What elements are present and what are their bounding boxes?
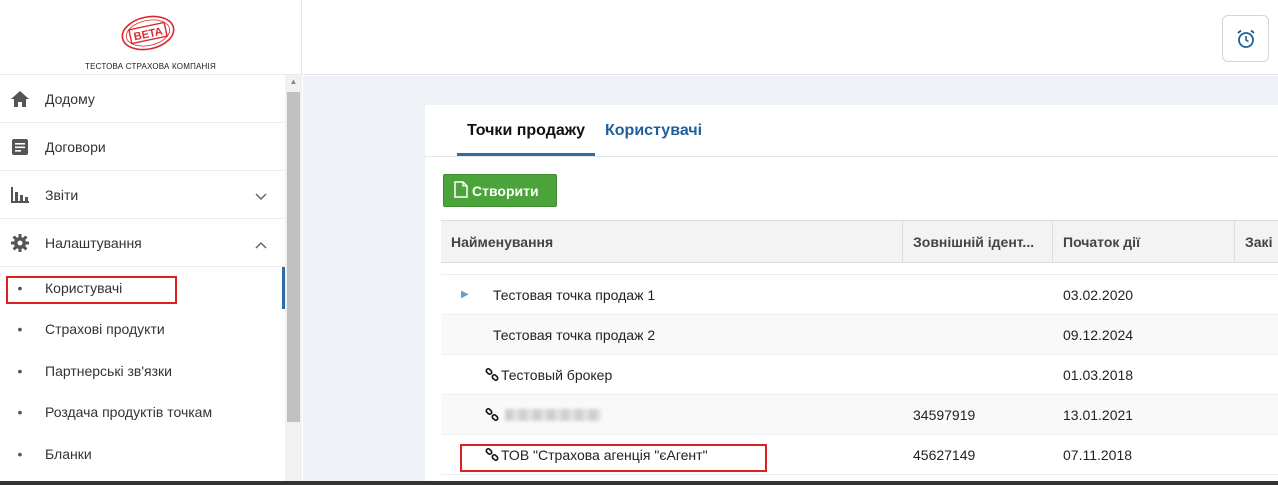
create-button-label: Створити [472,182,539,199]
sidebar-item-settings[interactable]: Налаштування [0,219,285,267]
tab-bar: Точки продажу Користувачі [457,105,712,156]
link-icon [485,367,499,382]
sidebar-item-contracts[interactable]: Договори [0,123,285,171]
row-external-id [903,275,1053,314]
table-row[interactable]: 34597919 13.01.2021 [441,395,1278,435]
row-start-date: 01.03.2018 [1063,366,1134,383]
table-header: Найменування Зовнішній ідент... Початок … [441,220,1278,263]
home-icon [0,90,40,108]
bullet-icon: • [17,445,23,462]
bullet-icon: • [17,404,23,421]
chevron-down-icon [255,188,267,204]
sidebar-subitem-label: Страхові продукти [45,321,165,338]
table-row-partial [441,263,1278,275]
row-external-id [903,315,1053,354]
bullet-icon: • [17,362,23,379]
sidebar-item-label: Налаштування [45,234,142,251]
sidebar-item-reports[interactable]: Звіти [0,171,285,219]
expand-caret-icon[interactable]: ▶ [461,289,493,300]
main-content: Точки продажу Користувачі Створити Найме… [303,76,1278,485]
annotation-highlight-users [6,276,177,304]
create-button[interactable]: Створити [443,174,557,207]
sidebar-menu: Додому Договори Звіти Налаштування • Кор… [0,75,285,475]
row-name: Тестовый брокер [501,366,613,383]
sidebar-item-label: Договори [45,138,106,155]
row-name: Тестовая точка продаж 1 [493,286,656,303]
row-external-id [903,355,1053,394]
row-name: Тестовая точка продаж 2 [493,326,656,343]
sidebar-subitem-product-distribution[interactable]: • Роздача продуктів точкам [0,392,285,434]
alarm-clock-button[interactable] [1222,15,1269,62]
sidebar-subitem-label: Партнерські зв'язки [45,362,172,379]
chevron-up-icon [255,236,267,252]
sidebar-subitem-partner-links[interactable]: • Партнерські зв'язки [0,350,285,392]
row-start-date: 03.02.2020 [1063,286,1134,303]
scroll-up-arrow-icon[interactable]: ▲ [285,77,302,89]
sidebar: BETA ТЕСТОВА СТРАХОВА КОМПАНІЯ Додому До… [0,0,302,485]
row-start-date: 07.11.2018 [1063,446,1133,463]
new-document-icon [454,180,468,201]
tab-users[interactable]: Користувачі [595,105,712,156]
sidebar-item-label: Додому [45,90,95,107]
document-icon [0,138,40,156]
redacted-name [505,408,601,421]
sidebar-subitem-label: Бланки [45,445,92,462]
alarm-clock-icon [1236,29,1255,48]
sidebar-scrollbar[interactable]: ▲ [285,75,302,485]
table-row[interactable]: Тестовая точка продаж 2 09.12.2024 [441,315,1278,355]
row-start-date: 09.12.2024 [1063,326,1134,343]
top-header [303,0,1278,75]
bullet-icon: • [17,321,23,338]
column-header-external-id[interactable]: Зовнішній ідент... [903,221,1053,262]
logo-area: BETA ТЕСТОВА СТРАХОВА КОМПАНІЯ [0,0,301,75]
column-header-end-date[interactable]: Закі [1235,221,1278,262]
annotation-highlight-agency-row [460,444,767,472]
bar-chart-icon [0,186,40,204]
column-header-start-date[interactable]: Початок дії [1053,221,1235,262]
row-start-date: 13.01.2021 [1063,406,1134,423]
sidebar-item-home[interactable]: Додому [0,75,285,123]
content-card: Точки продажу Користувачі Створити Найме… [425,105,1278,485]
sales-points-table: Найменування Зовнішній ідент... Початок … [441,220,1278,475]
column-header-name[interactable]: Найменування [441,221,903,262]
tab-divider [425,156,1278,157]
table-row[interactable]: ▶ Тестовая точка продаж 1 03.02.2020 [441,275,1278,315]
company-name: ТЕСТОВА СТРАХОВА КОМПАНІЯ [85,62,216,71]
beta-stamp-logo: BETA [121,15,175,51]
scroll-thumb[interactable] [287,92,300,422]
tab-sales-points[interactable]: Точки продажу [457,105,596,156]
sidebar-item-label: Звіти [45,186,79,203]
link-icon [485,407,499,422]
window-bottom-edge [0,481,1278,485]
row-external-id: 34597919 [913,406,976,423]
sidebar-subitem-insurance-products[interactable]: • Страхові продукти [0,309,285,351]
gear-icon [0,233,40,253]
sidebar-subitem-label: Роздача продуктів точкам [45,404,213,421]
sidebar-subitem-forms[interactable]: • Бланки [0,433,285,475]
table-row[interactable]: Тестовый брокер 01.03.2018 [441,355,1278,395]
row-external-id: 45627149 [913,446,976,463]
